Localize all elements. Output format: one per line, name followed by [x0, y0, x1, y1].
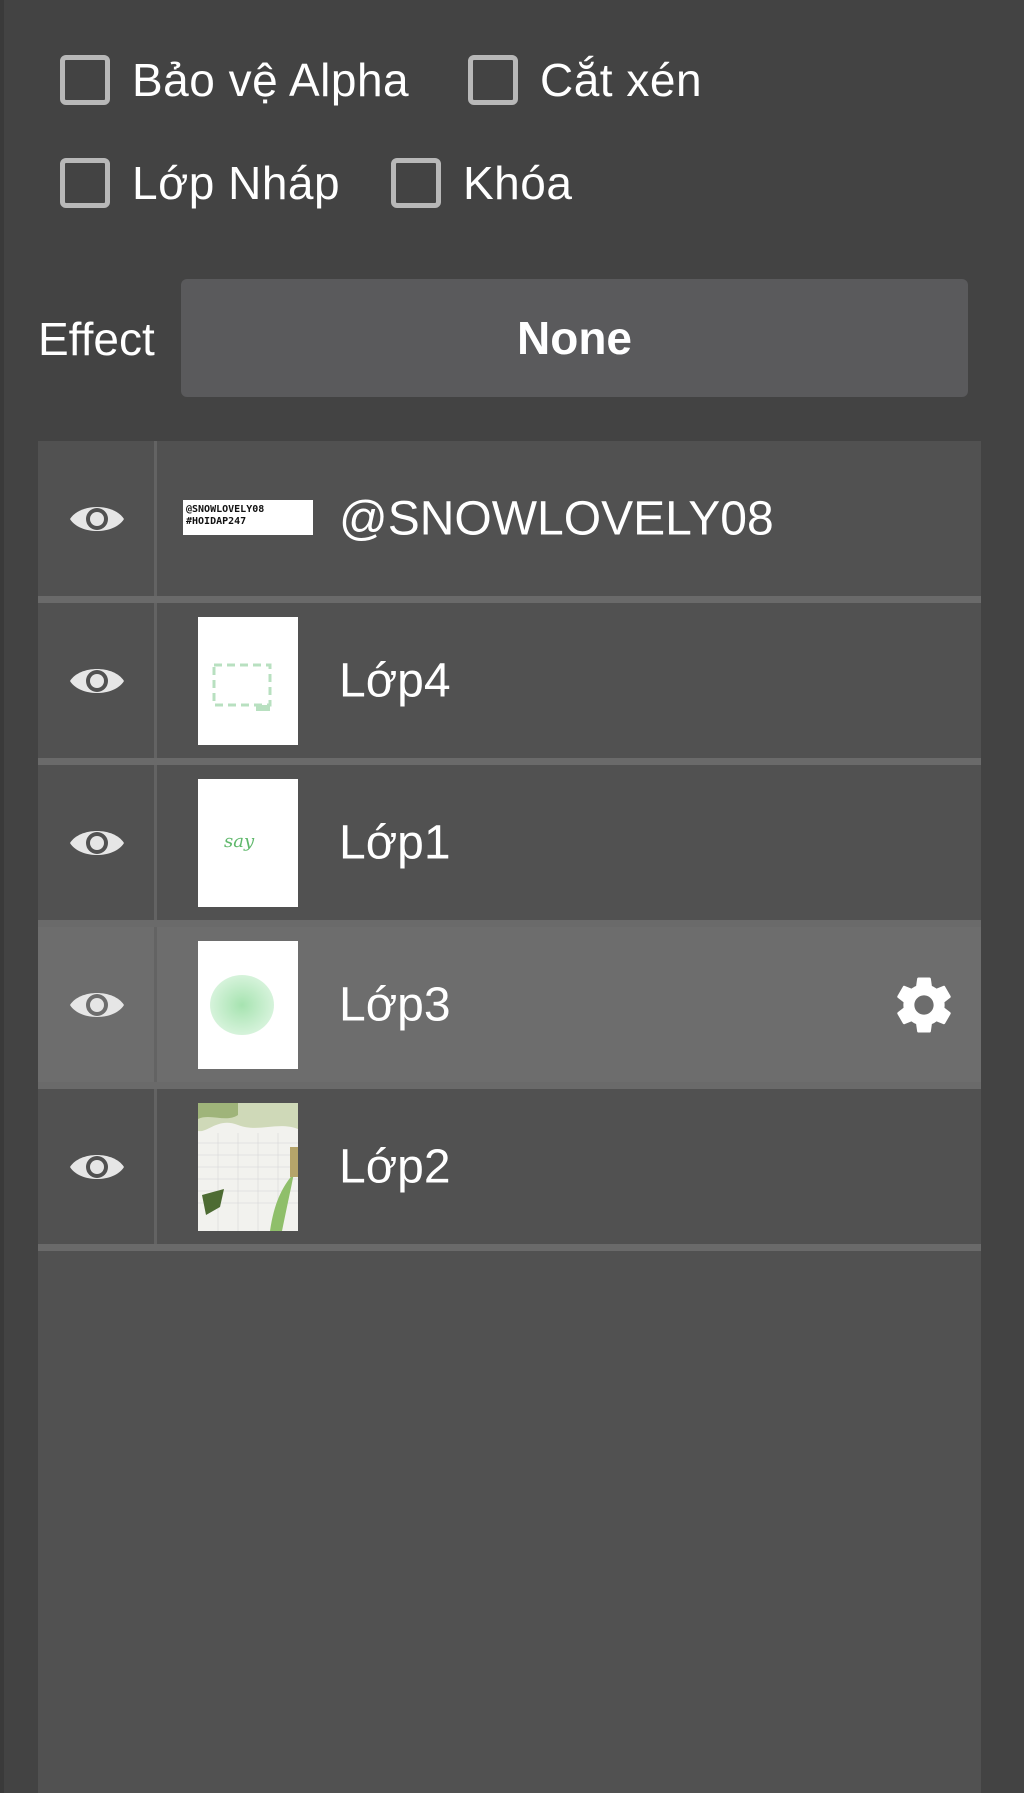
- eye-icon[interactable]: [68, 985, 126, 1025]
- lock-checkbox[interactable]: Khóa: [391, 155, 572, 211]
- layer-name: Lớp1: [339, 816, 451, 869]
- clipping-label: Cắt xén: [540, 54, 703, 106]
- thumb-text-line2: #HOIDAP247: [186, 516, 247, 527]
- effect-select-button[interactable]: None: [181, 279, 968, 397]
- clipping-checkbox[interactable]: Cắt xén: [468, 52, 702, 108]
- left-edge: [0, 0, 4, 1793]
- layer-name: Lớp2: [339, 1140, 451, 1193]
- row-divider: [38, 1244, 981, 1251]
- options-row-1: Bảo vệ Alpha Cắt xén: [0, 42, 1024, 112]
- layer-row[interactable]: Lớp4: [38, 603, 981, 758]
- draft-layer-checkbox-box[interactable]: [60, 158, 110, 208]
- alpha-protect-checkbox-box[interactable]: [60, 55, 110, 105]
- eye-icon[interactable]: [68, 499, 126, 539]
- gear-icon[interactable]: [891, 972, 957, 1038]
- thumbnail-scrapbook-art: [198, 1103, 298, 1231]
- row-divider: [38, 920, 981, 927]
- layer-thumbnail: @SNOWLOVELY08 #HOIDAP247: [183, 500, 313, 535]
- layer-name: @SNOWLOVELY08: [339, 492, 774, 545]
- eye-icon[interactable]: [68, 1147, 126, 1187]
- draft-layer-label: Lớp Nháp: [132, 157, 341, 209]
- column-divider: [154, 927, 157, 1082]
- layer-row[interactable]: @SNOWLOVELY08 #HOIDAP247 @SNOWLOVELY08: [38, 441, 981, 596]
- thumbnail-watercolor-art: [210, 975, 274, 1035]
- alpha-protect-label: Bảo vệ Alpha: [132, 54, 410, 106]
- layer-thumbnail: say: [198, 779, 298, 907]
- row-divider: [38, 1082, 981, 1089]
- column-divider: [154, 603, 157, 758]
- layer-row[interactable]: Lớp2: [38, 1089, 981, 1244]
- lock-checkbox-box[interactable]: [391, 158, 441, 208]
- lock-label: Khóa: [463, 157, 573, 209]
- layer-thumbnail: [198, 617, 298, 745]
- thumbnail-frame-art: [212, 663, 272, 711]
- layer-row-selected[interactable]: Lớp3: [38, 927, 981, 1082]
- effect-label: Effect: [38, 313, 155, 365]
- thumb-text: say: [224, 831, 255, 852]
- eye-icon[interactable]: [68, 823, 126, 863]
- draft-layer-checkbox[interactable]: Lớp Nháp: [60, 155, 340, 211]
- column-divider: [154, 765, 157, 920]
- row-divider: [38, 758, 981, 765]
- eye-icon[interactable]: [68, 661, 126, 701]
- clipping-checkbox-box[interactable]: [468, 55, 518, 105]
- column-divider: [154, 441, 157, 596]
- layer-name: Lớp3: [339, 978, 451, 1031]
- layer-thumbnail: [198, 941, 298, 1069]
- layer-list: @SNOWLOVELY08 #HOIDAP247 @SNOWLOVELY08 L…: [38, 441, 981, 1793]
- alpha-protect-checkbox[interactable]: Bảo vệ Alpha: [60, 52, 409, 108]
- column-divider: [154, 1089, 157, 1244]
- layer-row[interactable]: say Lớp1: [38, 765, 981, 920]
- options-row-2: Lớp Nháp Khóa: [0, 145, 1024, 215]
- thumb-text-line1: @SNOWLOVELY08: [186, 504, 265, 515]
- layer-name: Lớp4: [339, 654, 451, 707]
- row-divider: [38, 596, 981, 603]
- layer-thumbnail: [198, 1103, 298, 1231]
